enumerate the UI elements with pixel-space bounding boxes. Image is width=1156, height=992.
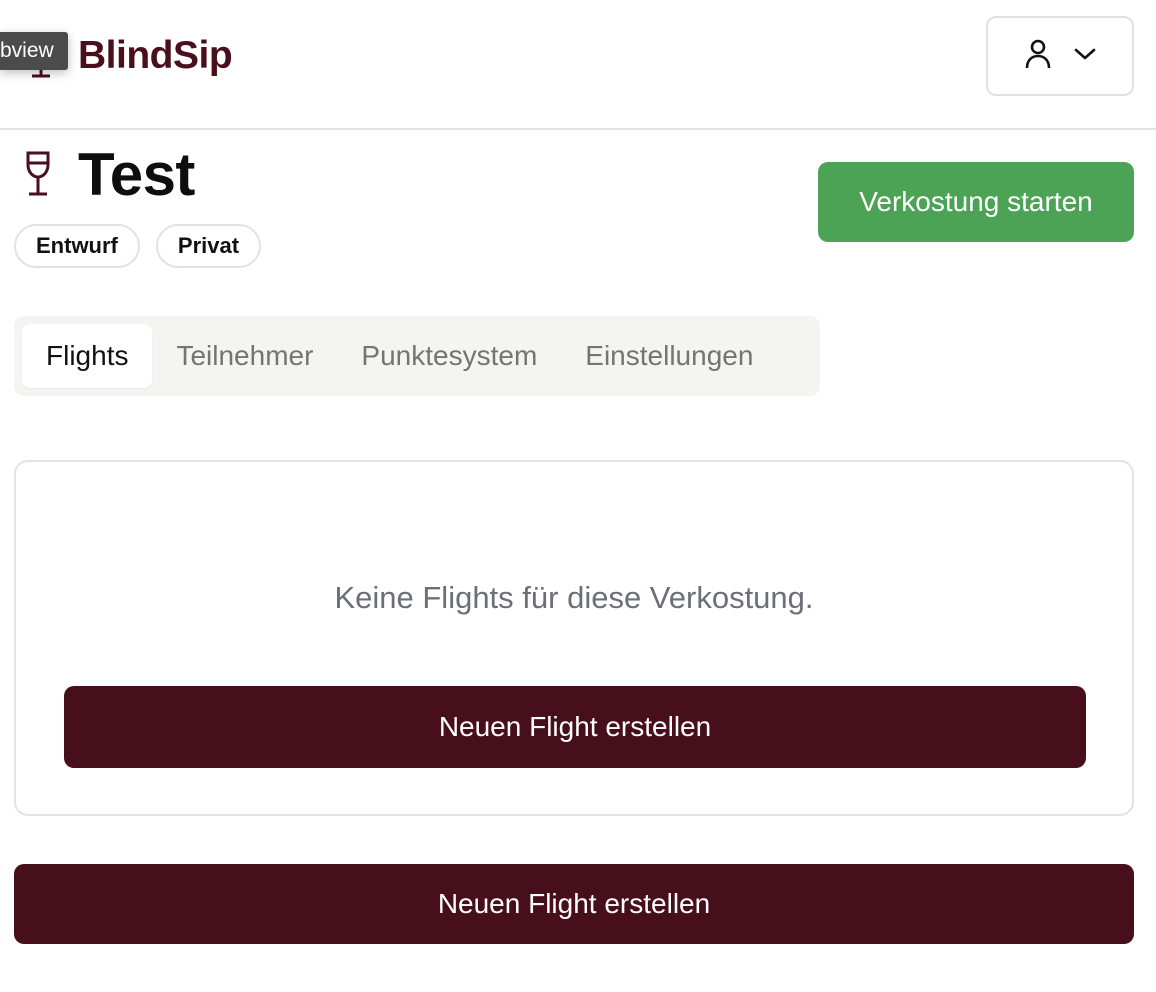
wine-glass-icon	[22, 149, 54, 199]
flights-empty-state: Keine Flights für diese Verkostung. Neue…	[14, 460, 1134, 816]
user-menu-button[interactable]	[986, 16, 1134, 96]
tab-flights[interactable]: Flights	[22, 324, 153, 388]
tab-scoring-system[interactable]: Punktesystem	[337, 324, 561, 388]
tasting-heading: Test	[22, 140, 195, 208]
tab-settings[interactable]: Einstellungen	[561, 324, 777, 388]
create-flight-button[interactable]: Neuen Flight erstellen	[64, 686, 1086, 768]
empty-message: Keine Flights für diese Verkostung.	[334, 580, 814, 615]
app-header: BlindSip bview	[0, 0, 1156, 130]
chevron-down-icon	[1074, 47, 1096, 66]
brand-name: BlindSip	[78, 34, 233, 77]
status-badges: Entwurf Privat	[14, 224, 262, 268]
tab-participants[interactable]: Teilnehmer	[152, 324, 337, 388]
create-flight-button-bottom[interactable]: Neuen Flight erstellen	[14, 864, 1134, 944]
page-title: Test	[78, 140, 195, 208]
start-tasting-button[interactable]: Verkostung starten	[818, 162, 1134, 242]
tooltip: bview	[0, 32, 68, 70]
status-badge-draft: Entwurf	[14, 224, 140, 268]
tab-bar: Flights Teilnehmer Punktesystem Einstell…	[14, 316, 820, 396]
visibility-badge: Privat	[155, 224, 262, 268]
user-icon	[1024, 38, 1052, 75]
